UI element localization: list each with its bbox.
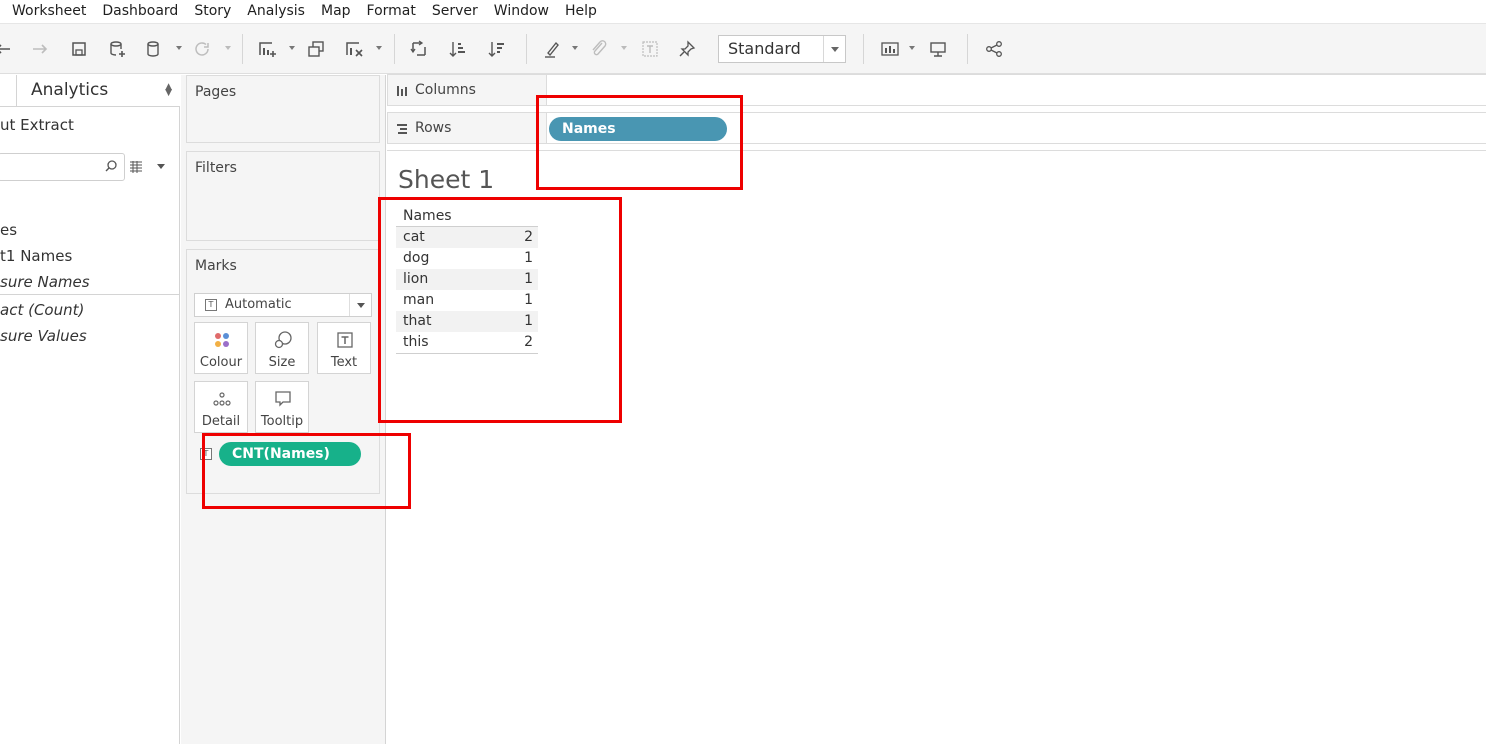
detail-button-label: Detail xyxy=(201,414,241,429)
columns-icon xyxy=(397,86,407,96)
fit-dropdown-value: Standard xyxy=(728,39,801,58)
tab-divider xyxy=(0,106,16,107)
field-item[interactable]: t1 Names xyxy=(0,247,72,265)
datasource-name[interactable]: ut Extract xyxy=(0,116,74,134)
size-icon xyxy=(274,331,292,349)
toolbar-separator xyxy=(967,34,968,64)
sort-descending-icon[interactable] xyxy=(486,38,508,60)
field-item[interactable]: es xyxy=(0,221,17,239)
undo-icon[interactable] xyxy=(0,38,14,60)
columns-shelf-label: Columns xyxy=(415,82,476,98)
menu-map[interactable]: Map xyxy=(313,0,359,23)
text-mark-icon: T xyxy=(205,299,217,311)
swap-rows-columns-icon[interactable] xyxy=(408,38,430,60)
group-caret-icon[interactable] xyxy=(621,46,627,50)
chevron-down-icon[interactable] xyxy=(823,36,845,62)
pin-axes-icon[interactable] xyxy=(676,38,698,60)
toolbar-separator xyxy=(526,34,527,64)
sort-ascending-icon[interactable] xyxy=(447,38,469,60)
pause-updates-icon[interactable] xyxy=(143,38,165,60)
menu-story[interactable]: Story xyxy=(186,0,239,23)
colour-icon xyxy=(215,333,229,347)
refresh-icon[interactable] xyxy=(191,38,213,60)
rows-shelf-label: Rows xyxy=(415,120,452,136)
menu-analysis[interactable]: Analysis xyxy=(239,0,313,23)
toolbar-separator xyxy=(863,34,864,64)
detail-icon xyxy=(213,392,231,406)
field-item[interactable]: sure Names xyxy=(0,273,90,291)
show-me-icon[interactable] xyxy=(879,38,901,60)
menu-dashboard[interactable]: Dashboard xyxy=(94,0,186,23)
mark-type-value: Automatic xyxy=(225,297,292,312)
highlight-caret-icon[interactable] xyxy=(572,46,578,50)
size-button-label: Size xyxy=(268,355,296,370)
save-icon[interactable] xyxy=(68,38,90,60)
data-pane: Analytics ▲ ▼ ut Extract es t1 Names sure… xyxy=(0,75,180,744)
menu-worksheet[interactable]: Worksheet xyxy=(0,0,94,23)
tab-analytics-label: Analytics xyxy=(31,80,109,100)
clear-sheet-icon[interactable] xyxy=(343,38,365,60)
toolbar: Standard xyxy=(0,23,1486,74)
duplicate-sheet-icon[interactable] xyxy=(305,38,327,60)
menu-server[interactable]: Server xyxy=(424,0,486,23)
menu-window[interactable]: Window xyxy=(486,0,557,23)
rows-icon xyxy=(397,124,407,134)
new-worksheet-icon[interactable] xyxy=(256,38,278,60)
tab-analytics[interactable]: Analytics ▲ ▼ xyxy=(16,75,180,107)
tooltip-button-label: Tooltip xyxy=(260,414,304,429)
annotation-box-table xyxy=(378,197,622,423)
sort-updown-icon[interactable]: ▲ ▼ xyxy=(165,83,172,98)
tooltip-button[interactable]: Tooltip xyxy=(255,381,309,433)
pages-card[interactable]: Pages xyxy=(186,75,380,143)
new-datasource-icon[interactable] xyxy=(106,38,128,60)
redo-icon[interactable] xyxy=(29,38,51,60)
show-mark-labels-icon[interactable] xyxy=(639,38,661,60)
fit-dropdown[interactable]: Standard xyxy=(718,35,846,63)
menu-format[interactable]: Format xyxy=(359,0,424,23)
marks-card-title: Marks xyxy=(195,258,237,274)
datasource-caret-icon[interactable] xyxy=(176,46,182,50)
field-item[interactable]: act (Count) xyxy=(0,301,84,319)
highlight-icon[interactable] xyxy=(541,38,563,60)
mark-type-dropdown[interactable]: T Automatic xyxy=(194,293,372,317)
field-divider xyxy=(0,294,180,295)
menu-help[interactable]: Help xyxy=(557,0,605,23)
filters-card-title: Filters xyxy=(195,160,237,176)
menu-bar: Worksheet Dashboard Story Analysis Map F… xyxy=(0,0,1486,23)
text-button[interactable]: Text xyxy=(317,322,371,374)
detail-button[interactable]: Detail xyxy=(194,381,248,433)
colour-button[interactable]: Colour xyxy=(194,322,248,374)
text-button-label: Text xyxy=(330,355,358,370)
chevron-down-icon[interactable] xyxy=(349,294,371,316)
text-icon xyxy=(337,332,353,348)
presentation-mode-icon[interactable] xyxy=(927,38,949,60)
field-item[interactable]: sure Values xyxy=(0,327,87,345)
list-view-icon[interactable] xyxy=(128,159,144,175)
cards-column: Pages Filters Marks T Automatic Colour S… xyxy=(181,75,386,744)
view-caret-icon[interactable] xyxy=(157,164,165,169)
tooltip-icon xyxy=(275,391,291,407)
search-icon xyxy=(105,160,117,172)
size-button[interactable]: Size xyxy=(255,322,309,374)
refresh-caret-icon[interactable] xyxy=(225,46,231,50)
sheet-title[interactable]: Sheet 1 xyxy=(398,165,494,194)
filters-card[interactable]: Filters xyxy=(186,151,380,241)
show-me-caret-icon[interactable] xyxy=(909,46,915,50)
toolbar-separator xyxy=(242,34,243,64)
clear-sheet-caret-icon[interactable] xyxy=(376,46,382,50)
share-icon[interactable] xyxy=(983,38,1005,60)
new-worksheet-caret-icon[interactable] xyxy=(289,46,295,50)
group-members-icon[interactable] xyxy=(588,38,610,60)
pages-card-title: Pages xyxy=(195,84,237,100)
annotation-box-rows-pill xyxy=(536,95,743,190)
annotation-box-cnt-pill xyxy=(202,433,411,509)
colour-button-label: Colour xyxy=(199,355,243,370)
toolbar-separator xyxy=(394,34,395,64)
field-search-input[interactable] xyxy=(0,153,125,181)
